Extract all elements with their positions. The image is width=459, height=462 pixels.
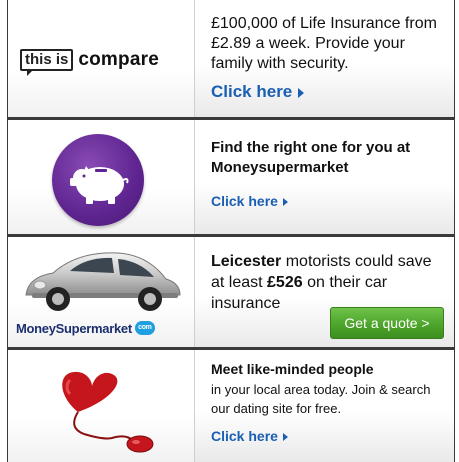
thisiscompare-logo: this is compare [20, 47, 159, 76]
ad-text: Find the right one for you at Moneysuper… [195, 120, 454, 234]
moneysupermarket-logo: MoneySupermarket com [16, 317, 155, 339]
headline-amount: £526 [267, 274, 303, 291]
logo-speech-box: this is [20, 49, 74, 76]
ad-image-piggy-bank[interactable] [8, 120, 195, 234]
click-here-label: Click here [211, 193, 278, 209]
ad-headline: Leicester motorists could save at least … [211, 251, 441, 314]
ad-life-insurance[interactable]: this is compare £100,000 of Life Insuran… [8, 0, 454, 120]
ad-car-insurance[interactable]: MoneySupermarket com Leicester motorists… [8, 237, 454, 350]
click-here-link[interactable]: Click here [211, 82, 305, 102]
click-here-label: Click here [211, 82, 293, 101]
ad-headline: Find the right one for you at Moneysuper… [211, 139, 411, 176]
ad-headline: Meet like-minded people [211, 361, 374, 377]
logo-word: compare [78, 49, 159, 70]
headline-location: Leicester [211, 253, 282, 270]
ad-text: Meet like-minded people in your local ar… [195, 350, 454, 462]
ad-body: in your local area today. Join & search … [211, 382, 431, 416]
ad-dating[interactable]: Meet like-minded people in your local ar… [8, 350, 454, 462]
arrow-right-icon [282, 197, 288, 206]
click-here-link[interactable]: Click here [211, 193, 288, 209]
ad-text: Leicester motorists could save at least … [195, 237, 454, 347]
arrow-right-icon [298, 87, 305, 98]
heart-mouse-icon [62, 371, 154, 453]
ad-text: £100,000 of Life Insurance from £2.89 a … [195, 0, 454, 117]
ad-body: £100,000 of Life Insurance from £2.89 a … [211, 15, 437, 72]
ad-image-car[interactable]: MoneySupermarket com [8, 237, 195, 347]
arrow-right-icon [282, 432, 288, 441]
click-here-label: Click here [211, 428, 278, 444]
car-icon [25, 252, 181, 311]
get-a-quote-button[interactable]: Get a quote > [330, 307, 444, 339]
ad-image-thisiscompare[interactable]: this is compare [8, 0, 195, 117]
ad-image-heart-mouse[interactable] [8, 350, 195, 462]
ad-moneysupermarket[interactable]: Find the right one for you at Moneysuper… [8, 120, 454, 237]
logo-text: MoneySupermarket [16, 320, 132, 336]
ad-list: this is compare £100,000 of Life Insuran… [7, 0, 455, 462]
click-here-link[interactable]: Click here [211, 428, 288, 444]
piggy-bank-icon [52, 134, 144, 226]
logo-badge: com [134, 321, 155, 335]
